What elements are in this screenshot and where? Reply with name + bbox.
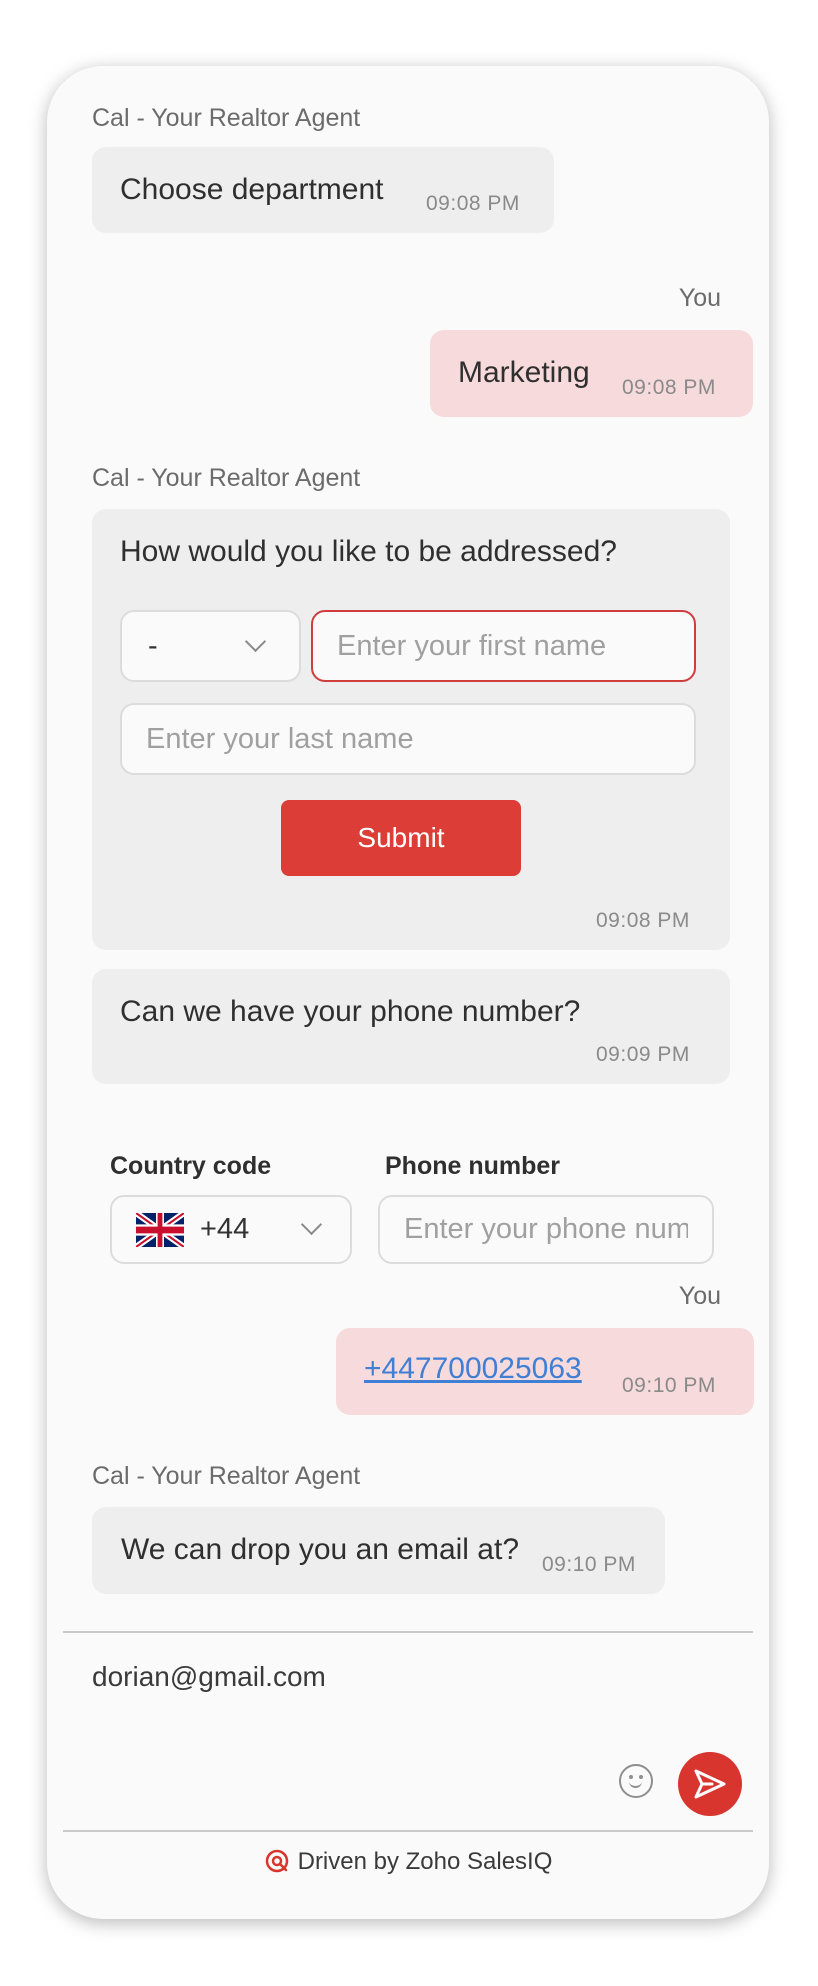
agent-name: Cal - Your Realtor Agent	[92, 104, 361, 132]
user-message-bubble: +447700025063 09:10 PM	[336, 1328, 754, 1415]
message-time: 09:08 PM	[426, 192, 520, 215]
message-input[interactable]: dorian@gmail.com	[92, 1661, 326, 1693]
agent-name: Cal - Your Realtor Agent	[92, 1462, 361, 1490]
last-name-input[interactable]	[120, 703, 696, 775]
message-text: Marketing	[458, 356, 590, 389]
salutation-select[interactable]: -	[120, 610, 301, 682]
send-button[interactable]	[678, 1752, 742, 1816]
uk-flag-icon	[136, 1213, 184, 1247]
message-time: 09:09 PM	[596, 1043, 690, 1066]
chevron-down-icon	[244, 630, 267, 653]
message-time: 09:10 PM	[622, 1374, 716, 1397]
phone-link[interactable]: +447700025063	[364, 1352, 582, 1386]
composer-divider	[63, 1631, 753, 1633]
country-code-label: Country code	[110, 1152, 272, 1180]
chat-window: Cal - Your Realtor Agent Choose departme…	[47, 66, 769, 1919]
you-label: You	[678, 284, 721, 312]
message-text: Choose department	[120, 173, 384, 206]
form-question: How would you like to be addressed?	[120, 535, 617, 568]
salesiq-logo-icon	[265, 1849, 288, 1873]
smiley-icon[interactable]	[619, 1764, 653, 1798]
agent-message-bubble: We can drop you an email at? 09:10 PM	[92, 1507, 665, 1594]
you-label: You	[678, 1282, 721, 1310]
user-message-bubble: Marketing 09:08 PM	[430, 330, 753, 417]
message-time: 09:08 PM	[622, 376, 716, 399]
agent-message-bubble: Can we have your phone number? 09:09 PM	[92, 969, 730, 1084]
message-text: Can we have your phone number?	[120, 995, 581, 1028]
send-icon	[694, 1769, 726, 1799]
salutation-value: -	[148, 630, 158, 662]
first-name-input[interactable]	[311, 610, 696, 682]
footer: Driven by Zoho SalesIQ	[47, 1848, 769, 1876]
message-text: We can drop you an email at?	[121, 1533, 520, 1566]
message-time: 09:10 PM	[542, 1553, 636, 1576]
message-time: 09:08 PM	[596, 909, 690, 932]
country-code-select[interactable]: +44	[110, 1195, 352, 1264]
submit-button[interactable]: Submit	[281, 800, 521, 876]
agent-name: Cal - Your Realtor Agent	[92, 464, 361, 492]
country-code-value: +44	[200, 1213, 250, 1245]
phone-number-input[interactable]	[378, 1195, 714, 1264]
phone-number-label: Phone number	[385, 1152, 561, 1180]
chevron-down-icon	[300, 1213, 323, 1236]
smiley-mouth	[629, 1777, 642, 1788]
footer-divider	[63, 1830, 753, 1832]
agent-message-bubble: Choose department 09:08 PM	[92, 147, 554, 233]
footer-text: Driven by Zoho SalesIQ	[297, 1848, 553, 1875]
